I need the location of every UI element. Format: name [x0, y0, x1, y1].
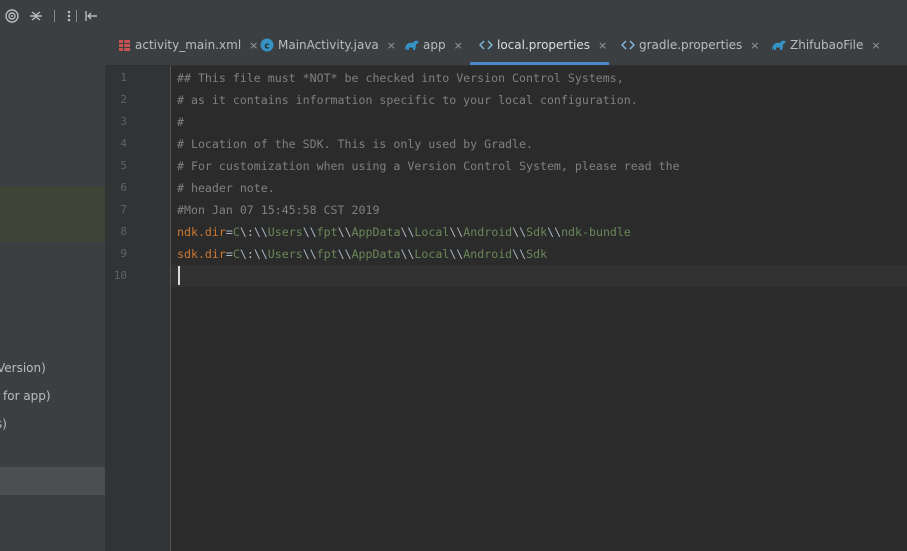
code-line: sdk.dir=C\:\\Users\\fpt\\AppData\\Local\… — [177, 243, 547, 265]
code-line: # header note. — [177, 181, 275, 195]
tab-close-icon[interactable]: × — [598, 39, 607, 52]
tab-label: app — [423, 38, 446, 52]
gradle-icon — [404, 37, 420, 53]
property-value: Android — [463, 225, 513, 239]
escape-sequence: \\ — [512, 247, 527, 261]
property-value: AppData — [351, 225, 401, 239]
line-number: 7 — [120, 203, 127, 216]
property-value: AppData — [351, 247, 401, 261]
text-caret — [178, 266, 180, 285]
property-separator: = — [225, 225, 233, 239]
tab-mainactivity-java[interactable]: c MainActivity.java × — [259, 28, 396, 62]
project-toolbar — [0, 0, 105, 32]
tab-close-icon[interactable]: × — [871, 39, 880, 52]
line-number: 2 — [120, 93, 127, 106]
escape-sequence: \\ — [400, 247, 415, 261]
properties-icon — [620, 37, 636, 53]
escape-sequence: \\ — [449, 247, 464, 261]
tab-label: gradle.properties — [639, 38, 743, 52]
line-number: 4 — [120, 137, 127, 150]
tab-label: local.properties — [497, 38, 591, 52]
escape-sequence: \: — [239, 225, 254, 239]
tree-item[interactable]: for app) — [0, 385, 105, 407]
class-icon: c — [259, 37, 275, 53]
code-line: ## This file must *NOT* be checked into … — [177, 71, 624, 85]
line-number: 9 — [120, 247, 127, 260]
tab-app[interactable]: app × — [404, 28, 463, 62]
tab-close-icon[interactable]: × — [750, 39, 759, 52]
escape-sequence: \\ — [449, 225, 464, 239]
property-separator: = — [225, 247, 233, 261]
escape-sequence: \\ — [302, 225, 317, 239]
property-value: Sdk — [526, 225, 548, 239]
hide-panel-icon[interactable] — [83, 8, 99, 24]
more-options-icon[interactable] — [61, 8, 77, 24]
tab-zhifubaofile[interactable]: ZhifubaoFile × — [771, 28, 881, 62]
property-value: fpt — [316, 225, 338, 239]
escape-sequence: \\ — [302, 247, 317, 261]
tree-item-label: s) — [0, 417, 7, 431]
code-line: ndk.dir=C\:\\Users\\fpt\\AppData\\Local\… — [177, 221, 631, 243]
tab-label: ZhifubaoFile — [790, 38, 864, 52]
current-line-highlight — [171, 265, 907, 287]
code-line: # — [177, 115, 184, 129]
property-value: ndk-bundle — [561, 225, 631, 239]
escape-sequence: \\ — [253, 247, 268, 261]
line-number: 10 — [113, 269, 127, 282]
tab-close-icon[interactable]: × — [454, 39, 463, 52]
toolbar-separator — [76, 10, 77, 22]
layout-icon — [116, 37, 132, 53]
property-value: C — [232, 247, 240, 261]
property-value: fpt — [316, 247, 338, 261]
code-line: # Location of the SDK. This is only used… — [177, 137, 533, 151]
property-value: Local — [414, 247, 450, 261]
collapse-expand-icon[interactable] — [28, 8, 44, 24]
escape-sequence: \\ — [547, 225, 562, 239]
gradle-icon — [771, 37, 787, 53]
escape-sequence: \\ — [512, 225, 527, 239]
tab-label: MainActivity.java — [278, 38, 379, 52]
tree-item-label: for app) — [3, 389, 51, 403]
line-number: 8 — [120, 225, 127, 238]
tab-label: activity_main.xml — [135, 38, 242, 52]
escape-sequence: \\ — [400, 225, 415, 239]
tree-highlight-row[interactable] — [0, 187, 105, 242]
escape-sequence: \: — [239, 247, 254, 261]
code-line: #Mon Jan 07 15:45:58 CST 2019 — [177, 203, 380, 217]
project-panel: Version) for app) s) — [0, 0, 105, 551]
escape-sequence: \\ — [337, 225, 352, 239]
line-number: 3 — [120, 115, 127, 128]
line-number: 1 — [120, 71, 127, 84]
tree-item[interactable]: s) — [0, 413, 105, 435]
property-value: Users — [267, 247, 303, 261]
property-value: Android — [463, 247, 513, 261]
tab-gradle-properties[interactable]: gradle.properties × — [620, 28, 760, 62]
code-line: # For customization when using a Version… — [177, 159, 680, 173]
target-icon[interactable] — [4, 8, 20, 24]
tree-selected-row[interactable] — [0, 467, 105, 495]
property-key: ndk.dir — [177, 225, 226, 239]
tree-item-label: Version) — [0, 361, 46, 375]
tab-local-properties[interactable]: local.properties × — [478, 28, 607, 62]
tree-item[interactable]: Version) — [0, 357, 105, 379]
properties-icon — [478, 37, 494, 53]
tab-close-icon[interactable]: × — [387, 39, 396, 52]
escape-sequence: \\ — [337, 247, 352, 261]
line-number: 6 — [120, 181, 127, 194]
property-value: Sdk — [526, 247, 548, 261]
svg-text:c: c — [264, 42, 269, 52]
line-number: 5 — [120, 159, 127, 172]
toolbar-separator — [54, 10, 55, 22]
property-value: C — [232, 225, 240, 239]
tab-activity-main-xml[interactable]: activity_main.xml × — [116, 28, 258, 62]
escape-sequence: \\ — [253, 225, 268, 239]
property-value: Local — [414, 225, 450, 239]
property-key: sdk.dir — [177, 247, 226, 261]
property-value: Users — [267, 225, 303, 239]
active-tab-indicator — [470, 62, 609, 65]
code-line: # as it contains information specific to… — [177, 93, 638, 107]
tab-close-icon[interactable]: × — [249, 39, 258, 52]
